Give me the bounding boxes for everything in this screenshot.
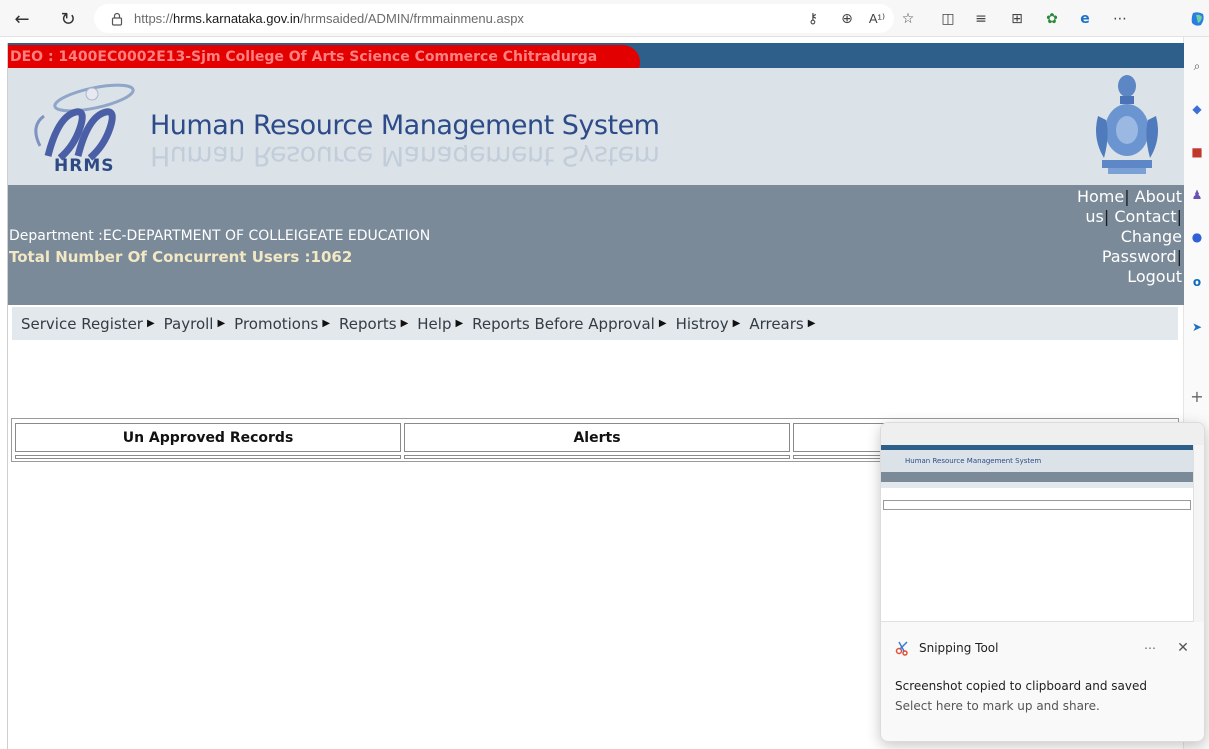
more-options-icon[interactable]: ⋯ [1140,638,1160,658]
caret-right-icon: ▶ [217,318,226,329]
caret-right-icon: ▶ [322,318,331,329]
table-row [404,455,790,459]
tab-unapproved-records[interactable]: Un Approved Records [15,423,401,452]
menu-item-reports[interactable]: Reports ▶ [339,315,408,333]
caret-right-icon: ▶ [455,318,464,329]
edge-app-icon[interactable]: e [1074,8,1096,30]
preview-info-bar [881,472,1193,482]
info-bar: Department :EC-DEPARTMENT OF COLLEIGEATE… [8,185,1184,305]
table-row [15,455,401,459]
tab-alerts[interactable]: Alerts [404,423,790,452]
toolbox-icon[interactable]: ■ [1189,144,1205,160]
menu-item-reports-before-approval[interactable]: Reports Before Approval ▶ [472,315,666,333]
preview-browser-bar [881,423,1204,445]
menu-item-payroll[interactable]: Payroll ▶ [164,315,226,333]
snipping-tool-notification[interactable]: Human Resource Management System Snippin… [880,422,1205,742]
preview-title: Human Resource Management System [905,457,1042,465]
close-icon[interactable]: ✕ [1173,638,1193,658]
extension-icon[interactable]: ✿ [1041,8,1063,30]
copilot-icon[interactable] [1187,8,1209,30]
copilot-sidebar-icon[interactable]: ● [1189,229,1205,245]
address-bar[interactable]: https://hrms.karnataka.gov.in/hrmsaided/… [94,4,894,33]
favorites-list-icon[interactable]: ≡ [970,8,992,30]
preview-table [883,500,1191,510]
add-icon[interactable]: + [1189,387,1205,406]
karnataka-emblem-icon [1090,72,1164,180]
read-aloud-icon[interactable]: A¹⁾ [866,8,888,30]
back-arrow-icon[interactable]: ← [10,7,34,31]
snipping-tool-icon [895,640,911,656]
caret-right-icon: ▶ [400,318,409,329]
lock-icon[interactable] [110,12,124,26]
preview-sidebar [1193,445,1204,622]
toast-sub-message[interactable]: Select here to mark up and share. [895,699,1100,713]
logo-caption: HRMS [54,156,115,176]
search-icon[interactable]: ⌕ [1189,58,1205,74]
menu-item-service-register[interactable]: Service Register ▶ [21,315,155,333]
url-text[interactable]: https://hrms.karnataka.gov.in/hrmsaided/… [134,11,524,26]
main-menu: Service Register ▶ Payroll ▶ Promotions ▶ R… [12,307,1178,340]
contact-link[interactable]: Contact [1114,207,1176,226]
menu-item-help[interactable]: Help ▶ [417,315,463,333]
change-password-link[interactable]: Change Password [1102,227,1182,266]
zoom-icon[interactable]: ⊕ [836,8,858,30]
caret-right-icon: ▶ [807,318,816,329]
collections-icon[interactable]: ⊞ [1006,8,1028,30]
top-links: Home| About us| Contact| Change Password… [1076,187,1182,286]
toast-app-header: Snipping Tool [895,640,998,656]
preview-menu-bar [881,482,1193,488]
more-menu-icon[interactable]: ⋯ [1109,8,1131,30]
person-icon[interactable]: ♟ [1189,187,1205,203]
refresh-icon[interactable]: ↻ [56,7,80,31]
home-link[interactable]: Home [1077,187,1124,206]
concurrent-users-label: Total Number Of Concurrent Users :1062 [9,248,353,266]
header-banner: HRMS Human Resource Management System Hu… [8,68,1184,185]
caret-right-icon: ▶ [732,318,741,329]
menu-item-promotions[interactable]: Promotions ▶ [234,315,330,333]
tag-icon[interactable]: ◆ [1189,101,1205,117]
system-title-reflection: Human Resource Management System [150,145,660,171]
caret-right-icon: ▶ [658,318,667,329]
screenshot-preview[interactable]: Human Resource Management System [881,423,1204,622]
favorite-star-icon[interactable]: ☆ [897,8,919,30]
caret-right-icon: ▶ [146,318,155,329]
split-screen-icon[interactable]: ◫ [937,8,959,30]
system-title: Human Resource Management System [150,110,660,141]
menu-item-arrears[interactable]: Arrears ▶ [749,315,815,333]
toast-app-name: Snipping Tool [919,641,999,655]
logout-link[interactable]: Logout [1127,267,1182,286]
department-label: Department :EC-DEPARTMENT OF COLLEIGEATE… [9,228,431,244]
outlook-icon[interactable]: o [1189,274,1205,290]
menu-item-histroy[interactable]: Histroy ▶ [676,315,741,333]
browser-toolbar: ← ↻ https://hrms.karnataka.gov.in/hrmsai… [0,0,1209,37]
key-icon[interactable]: ⚷ [802,8,824,30]
toast-message: Screenshot copied to clipboard and saved [895,679,1147,693]
deo-label: DEO : 1400EC0002E13-Sjm College Of Arts … [10,49,598,65]
telegram-icon[interactable]: ➤ [1189,319,1205,335]
